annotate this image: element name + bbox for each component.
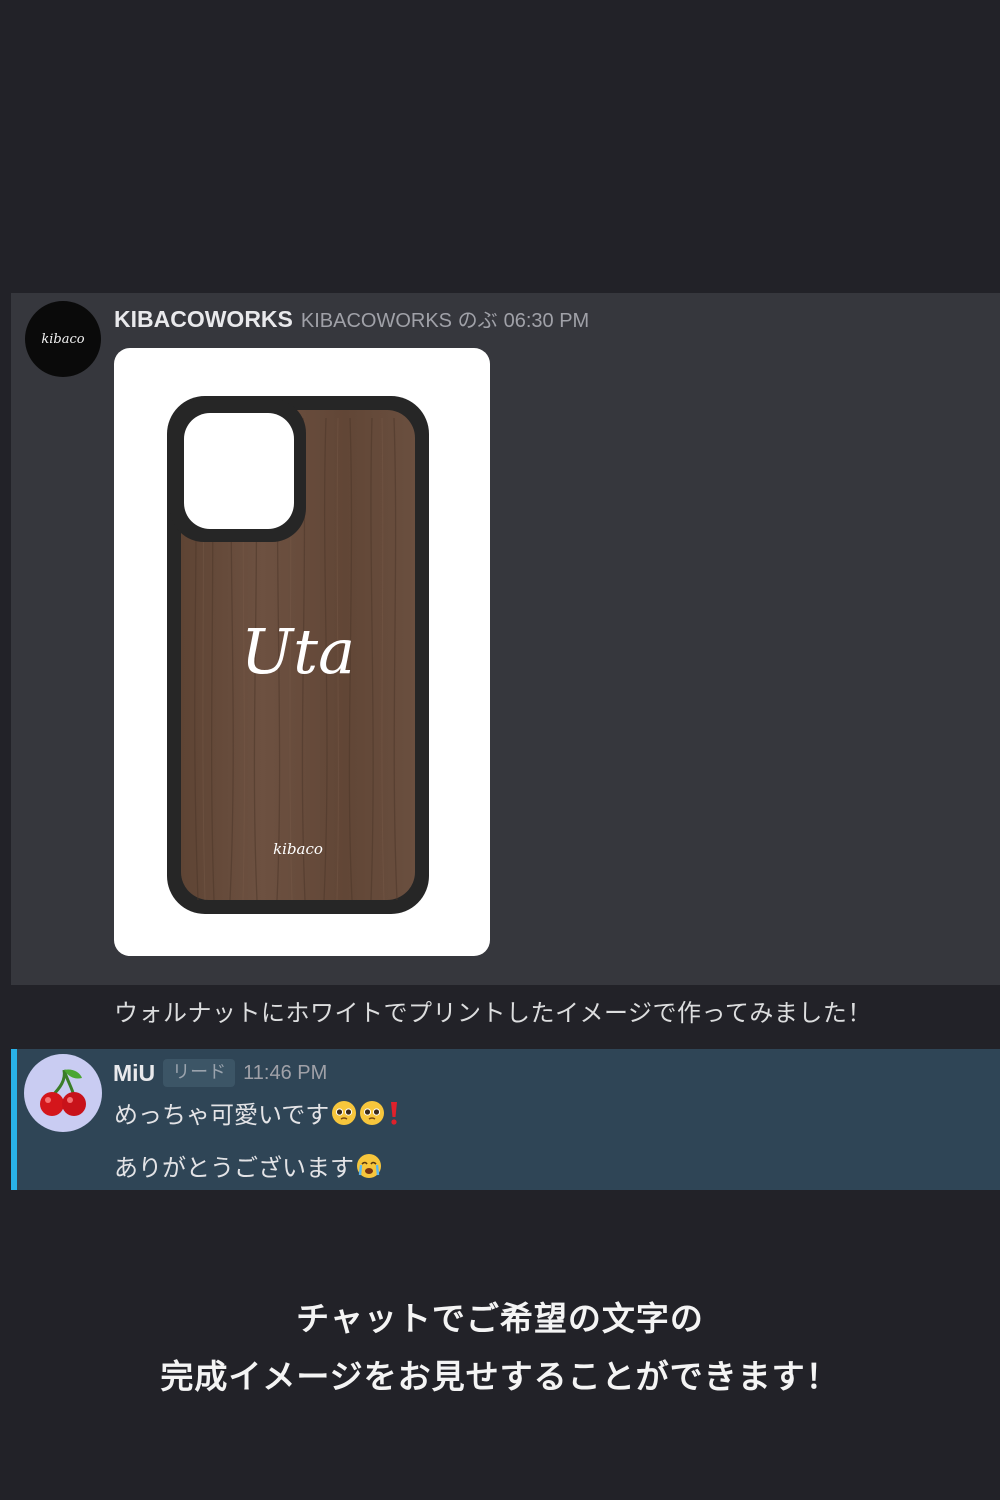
message-line-2: ありがとうございます — [114, 1148, 382, 1183]
username-miu[interactable]: MiU — [113, 1060, 155, 1087]
role-badge: リード — [163, 1059, 236, 1087]
case-engraving-text: Uta — [241, 615, 355, 688]
message-line-1: めっちゃ可愛いです — [114, 1095, 401, 1130]
caption-line-2: 完成イメージをお見せすることができます！ — [160, 1357, 840, 1396]
user-handle: KIBACOWORKS のぶ — [300, 310, 498, 332]
message-line-1-text: めっちゃ可愛いです — [114, 1101, 330, 1129]
message-header-2: MiU リード 11:46 PM — [113, 1059, 327, 1087]
timestamp-2: 11:46 PM — [243, 1061, 328, 1084]
message-line-2-text: ありがとうございます — [114, 1154, 354, 1182]
caption-line-1: チャットでご希望の文字の — [296, 1299, 704, 1338]
pleading-face-icon — [332, 1100, 357, 1125]
kibacoworks-avatar[interactable]: kibaco — [25, 301, 101, 377]
message-header: KIBACOWORKS KIBACOWORKS のぶ 06:30 PM — [114, 304, 589, 332]
case-logo-text: kibaco — [273, 840, 323, 858]
cherry-icon — [40, 1069, 86, 1116]
timestamp: 06:30 PM — [503, 310, 590, 332]
pleading-face-icon — [360, 1100, 385, 1125]
crying-face-icon — [357, 1153, 381, 1178]
message-text: ウォルナットにホワイトでプリントしたイメージで作ってみました！ — [114, 999, 872, 1027]
exclamation-icon — [391, 1101, 398, 1125]
phone-case-image: Uta kibaco — [167, 396, 429, 914]
image-attachment[interactable]: Uta kibaco — [114, 348, 490, 956]
username[interactable]: KIBACOWORKS — [114, 306, 293, 333]
avatar-logo-text: kibaco — [41, 331, 85, 347]
miu-avatar[interactable] — [24, 1054, 102, 1132]
mention-highlight-bar — [11, 1049, 17, 1190]
